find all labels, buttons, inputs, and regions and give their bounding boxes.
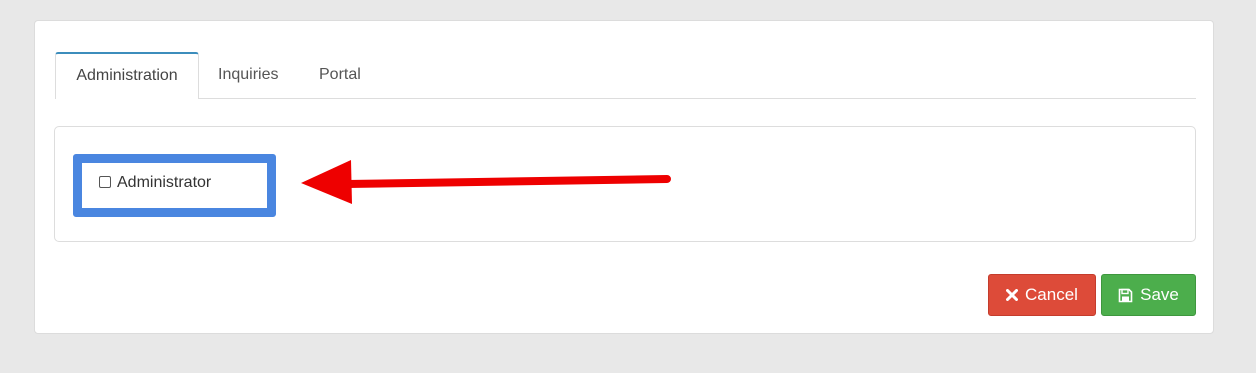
administrator-label: Administrator [117, 174, 212, 191]
tab-administration[interactable]: Administration [55, 52, 199, 99]
tab-portal[interactable]: Portal [319, 52, 361, 98]
save-label: Save [1140, 285, 1179, 304]
settings-panel: Administration Inquiries Portal Administ… [34, 20, 1214, 334]
save-button[interactable]: Save [1101, 274, 1196, 316]
tab-inquiries[interactable]: Inquiries [218, 52, 278, 98]
administrator-checkbox[interactable] [99, 176, 111, 188]
tab-bar: Administration Inquiries Portal [55, 52, 1196, 99]
cancel-button[interactable]: Cancel [988, 274, 1096, 316]
close-icon [1006, 289, 1019, 301]
administrator-option[interactable]: Administrator [99, 172, 211, 194]
cancel-label: Cancel [1025, 285, 1078, 304]
floppy-disk-icon [1118, 288, 1133, 303]
